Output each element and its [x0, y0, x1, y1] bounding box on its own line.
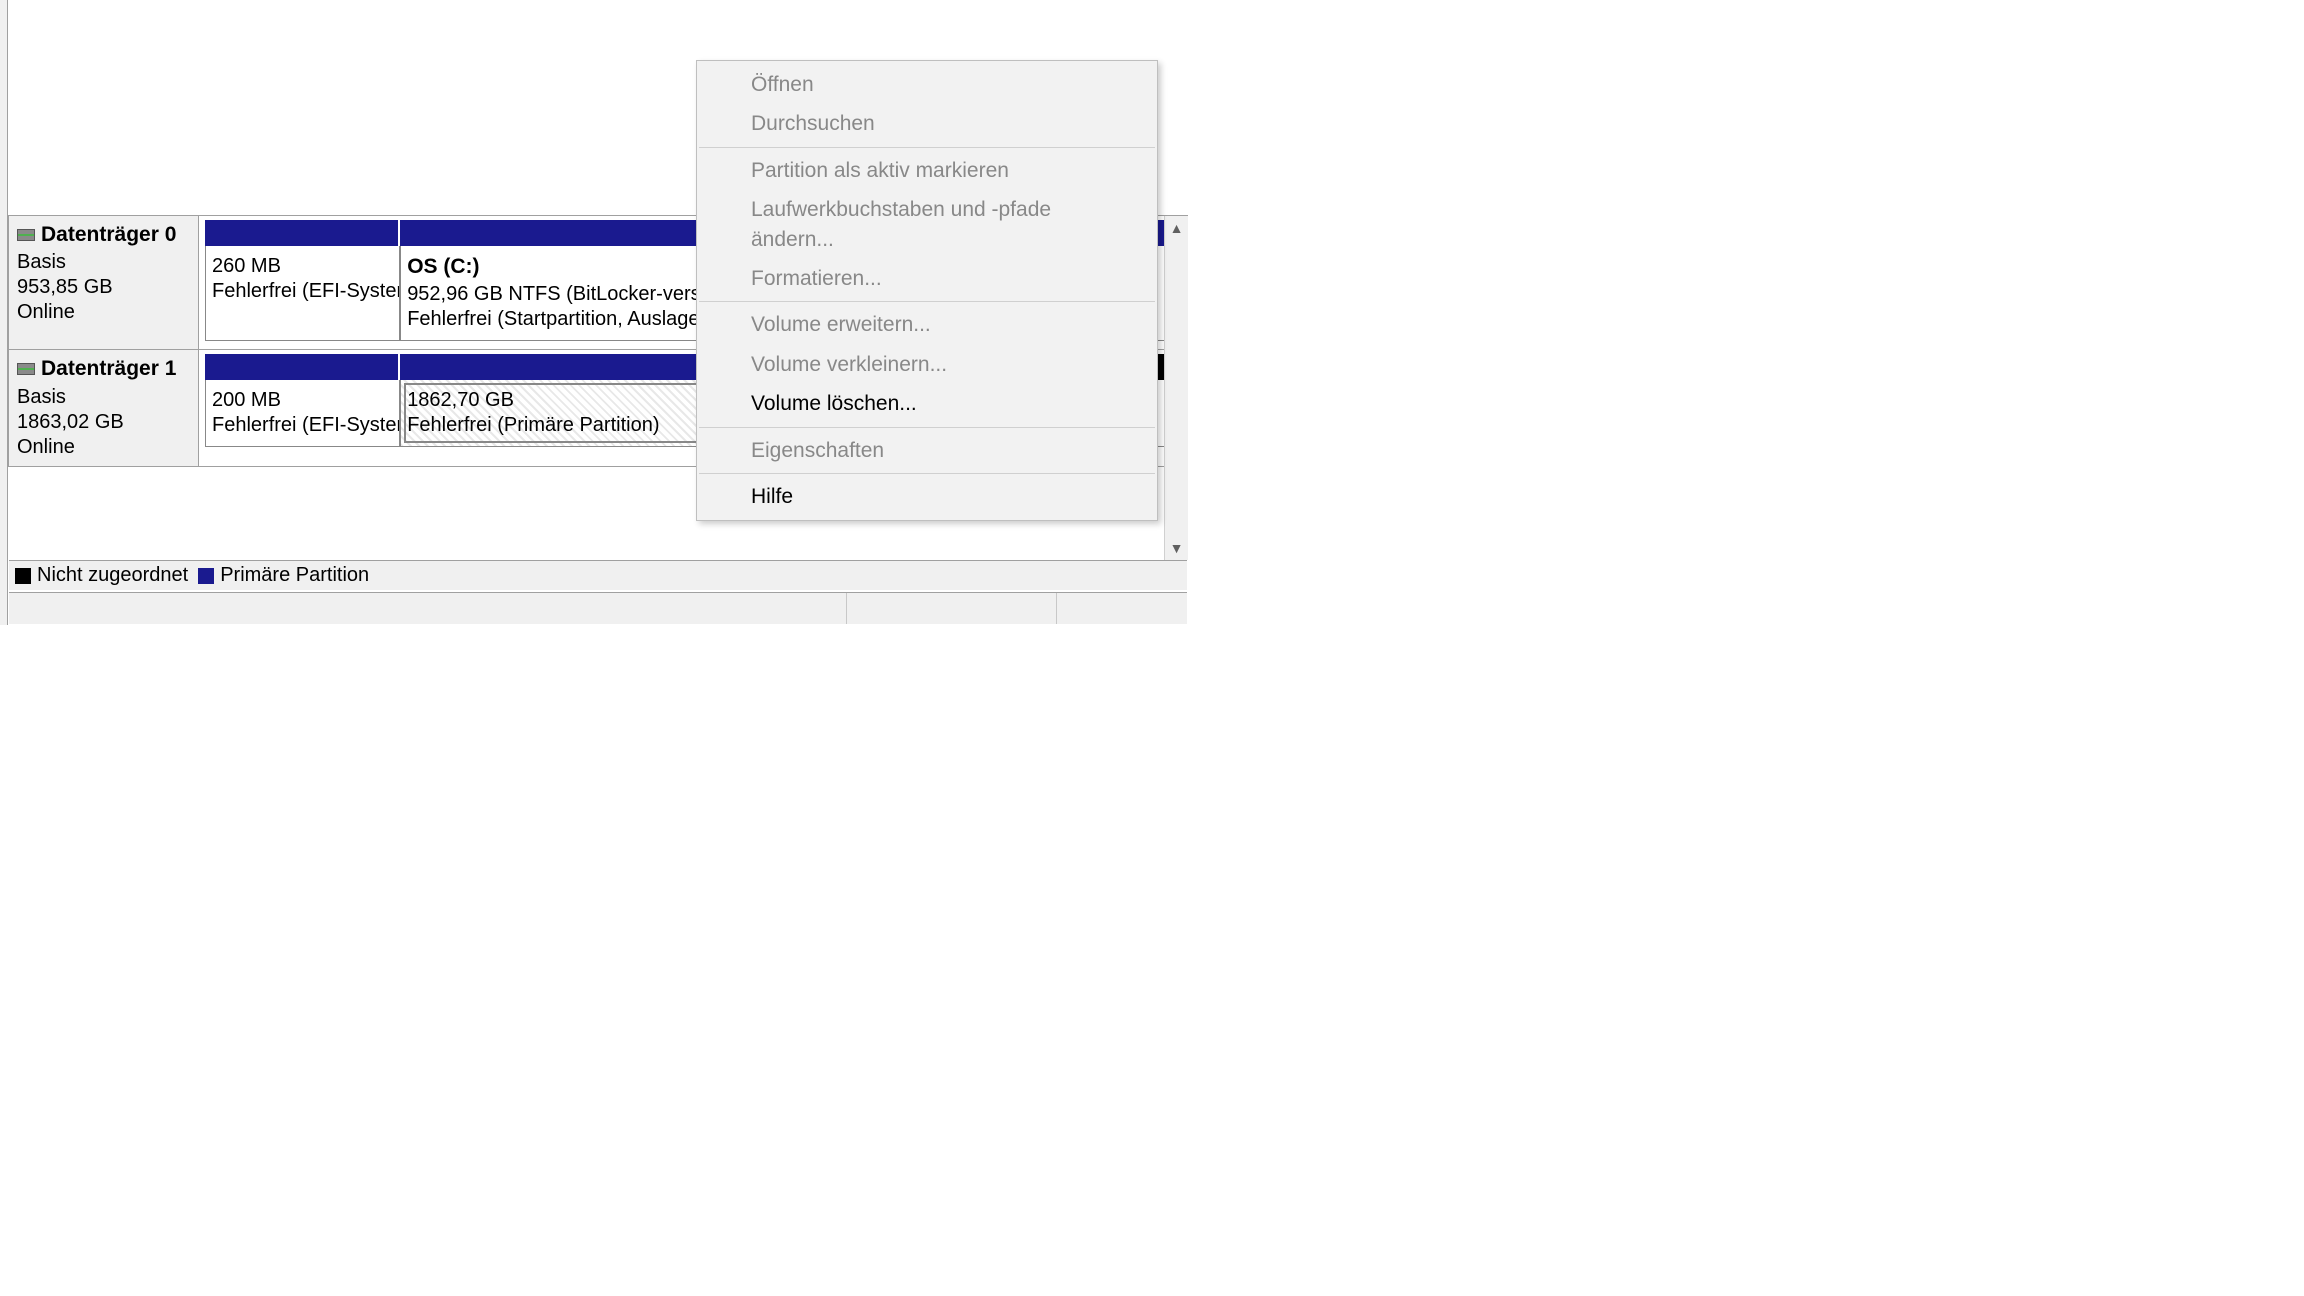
strip-seg: [205, 220, 400, 246]
menu-open[interactable]: Öffnen: [697, 65, 1157, 104]
scroll-down-icon[interactable]: ▼: [1170, 536, 1184, 560]
disk-type: Basis: [17, 385, 190, 410]
status-cell: [847, 593, 1057, 624]
disk-name: Datenträger 1: [41, 356, 176, 382]
disk-status: Online: [17, 435, 190, 460]
partition-box-efi[interactable]: 200 MB Fehlerfrei (EFI-Systempartition): [205, 380, 400, 447]
menu-format[interactable]: Formatieren...: [697, 259, 1157, 298]
menu-mark-active[interactable]: Partition als aktiv markieren: [697, 151, 1157, 190]
status-cell: [9, 593, 847, 624]
disk-icon: [17, 363, 35, 375]
menu-separator: [699, 147, 1155, 148]
legend-swatch-black: [15, 568, 31, 584]
disk-header-1[interactable]: Datenträger 1 Basis 1863,02 GB Online: [9, 350, 199, 465]
menu-extend-volume[interactable]: Volume erweitern...: [697, 305, 1157, 344]
menu-delete-volume[interactable]: Volume löschen...: [697, 384, 1157, 423]
scroll-up-icon[interactable]: ▲: [1170, 216, 1184, 240]
disk-size: 953,85 GB: [17, 275, 190, 300]
legend-label: Nicht zugeordnet: [37, 564, 188, 587]
legend-label: Primäre Partition: [220, 564, 369, 587]
partition-status: Fehlerfrei (EFI-Systempartition): [212, 413, 393, 438]
legend-unallocated: Nicht zugeordnet: [15, 564, 188, 587]
disk-status: Online: [17, 300, 190, 325]
partition-size: 260 MB: [212, 254, 393, 279]
disk-size: 1863,02 GB: [17, 410, 190, 435]
partition-box-efi[interactable]: 260 MB Fehlerfrei (EFI-Systempartition): [205, 246, 400, 341]
legend-primary: Primäre Partition: [198, 564, 369, 587]
partition-size: 200 MB: [212, 388, 393, 413]
strip-seg: [205, 354, 400, 380]
menu-separator: [699, 427, 1155, 428]
disk-type: Basis: [17, 250, 190, 275]
vertical-scrollbar[interactable]: ▲ ▼: [1164, 216, 1188, 560]
menu-properties[interactable]: Eigenschaften: [697, 431, 1157, 470]
partition-status: Fehlerfrei (EFI-Systempartition): [212, 279, 393, 304]
disk-header-0[interactable]: Datenträger 0 Basis 953,85 GB Online: [9, 216, 199, 349]
menu-browse[interactable]: Durchsuchen: [697, 104, 1157, 143]
menu-separator: [699, 473, 1155, 474]
window-left-edge: [0, 0, 8, 625]
disk-icon: [17, 229, 35, 241]
status-cell: [1057, 593, 1187, 624]
context-menu: Öffnen Durchsuchen Partition als aktiv m…: [696, 60, 1158, 521]
menu-change-drive-letter[interactable]: Laufwerkbuchstaben und -pfade ändern...: [697, 190, 1157, 259]
legend-swatch-navy: [198, 568, 214, 584]
legend-bar: Nicht zugeordnet Primäre Partition: [9, 560, 1187, 590]
menu-separator: [699, 301, 1155, 302]
menu-shrink-volume[interactable]: Volume verkleinern...: [697, 345, 1157, 384]
disk-name: Datenträger 0: [41, 222, 176, 248]
status-bar: [9, 592, 1187, 624]
menu-help[interactable]: Hilfe: [697, 477, 1157, 516]
